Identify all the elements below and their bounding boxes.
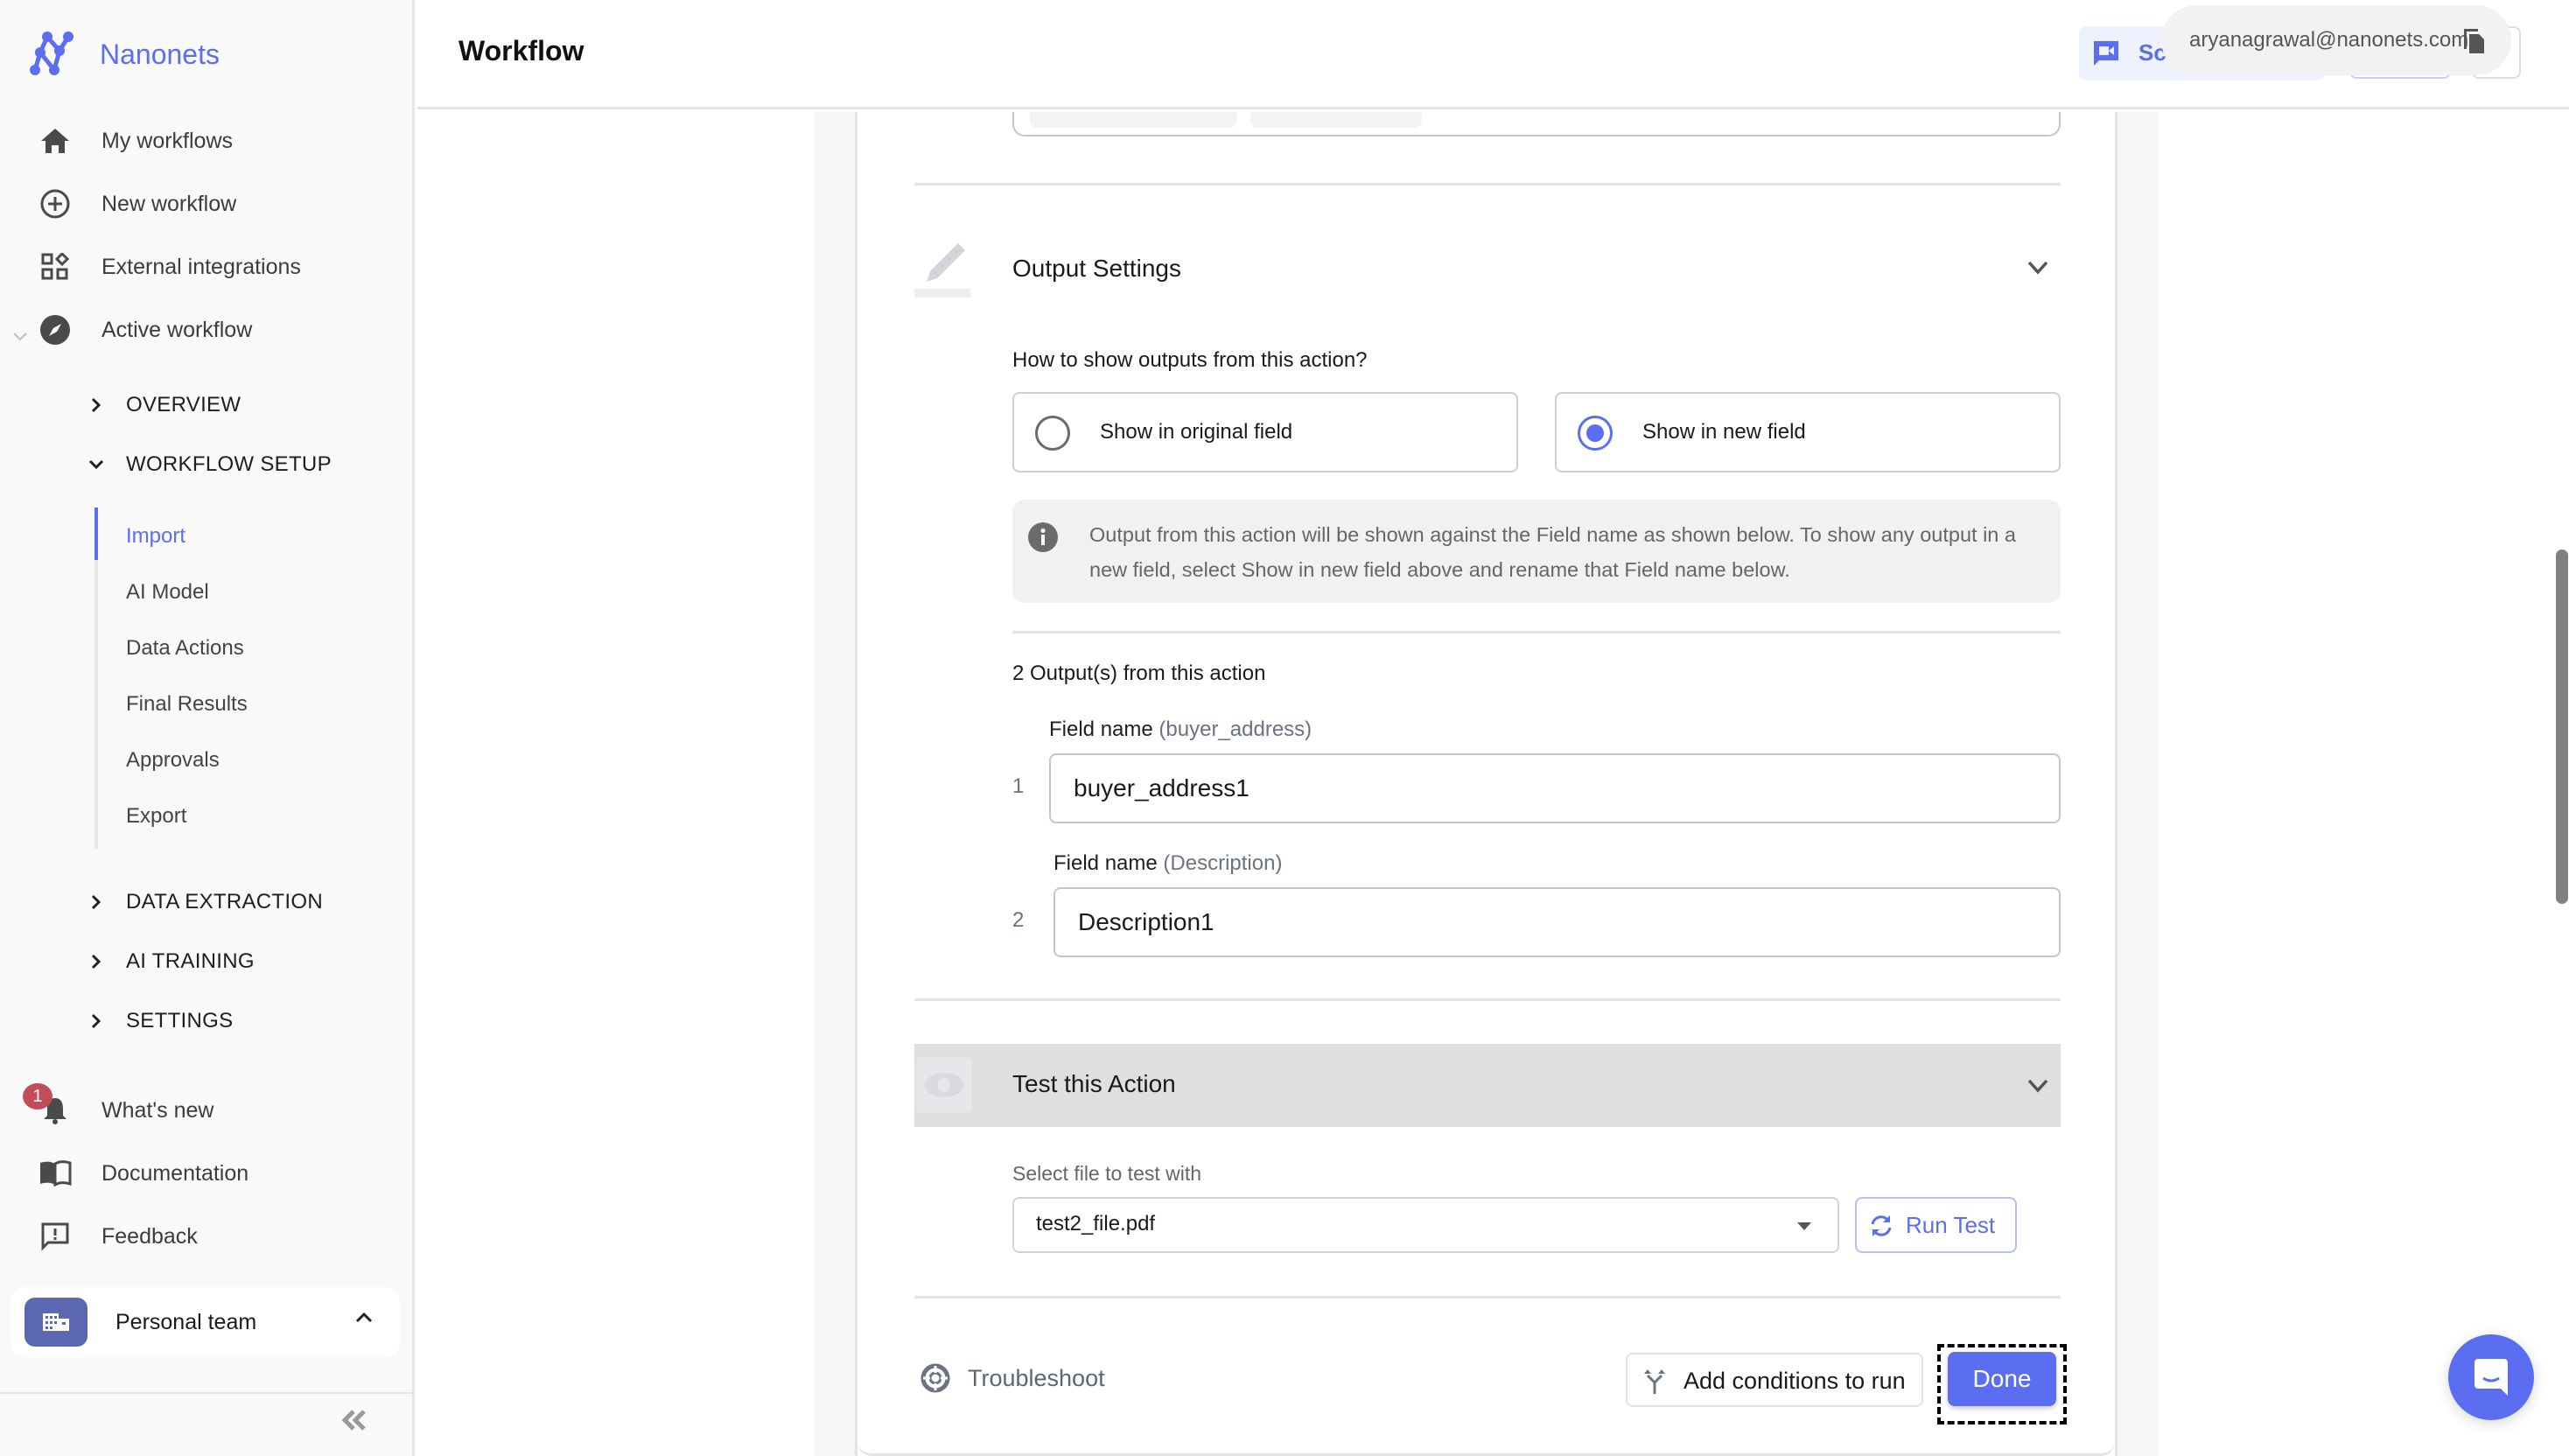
chat-icon (2474, 1359, 2508, 1396)
info-text: Output from this action will be shown ag… (1089, 523, 2016, 581)
sidebar-subitem-export[interactable]: Export (126, 799, 186, 834)
sidebar-item-new-workflow[interactable]: New workflow (0, 178, 411, 230)
chip (1030, 112, 1236, 128)
chevron-down-icon (88, 459, 104, 470)
sidebar-item-my-workflows[interactable]: My workflows (0, 115, 411, 167)
test-action-title: Test this Action (1012, 1070, 1176, 1097)
pencil-icon (914, 243, 970, 298)
eye-icon (916, 1057, 972, 1113)
field-label: Field name (buyer_address) (1049, 718, 1312, 741)
sidebar-section-workflow-setup[interactable]: WORKFLOW SETUP (0, 440, 411, 489)
submenu-active-indicator (94, 508, 98, 560)
field-name-input[interactable] (1054, 887, 2061, 957)
brand-name: Nanonets (100, 38, 220, 70)
chevron-down-icon[interactable] (2026, 1077, 2050, 1095)
copy-icon[interactable] (2462, 26, 2485, 54)
sidebar-subitem-ai-model[interactable]: AI Model (126, 575, 209, 610)
radio-selected[interactable] (1578, 416, 1613, 451)
option-show-in-original-field[interactable]: Show in original field (1012, 392, 1518, 472)
chevron-right-icon (91, 894, 102, 910)
divider (914, 1296, 2061, 1298)
card-bottom-edge (858, 1424, 2115, 1456)
dropdown-caret-icon (1797, 1222, 1811, 1230)
page-title: Workflow (458, 35, 584, 66)
sidebar-item-feedback[interactable]: Feedback (0, 1210, 411, 1263)
troubleshoot-link[interactable]: Troubleshoot (920, 1363, 1105, 1393)
chevron-down-icon[interactable] (2026, 259, 2050, 276)
row-number: 1 (1012, 774, 1025, 798)
radio-unselected[interactable] (1035, 416, 1070, 451)
widgets-icon (38, 250, 72, 284)
fork-icon (1644, 1369, 1665, 1394)
feedback-icon (38, 1220, 72, 1253)
divider (0, 1392, 415, 1394)
sidebar-item-documentation[interactable]: Documentation (0, 1147, 411, 1200)
chevron-right-icon (91, 1013, 102, 1029)
info-icon (1028, 522, 1058, 552)
sidebar-section-data-extraction[interactable]: DATA EXTRACTION (0, 878, 411, 927)
video-chat-icon (2094, 41, 2118, 66)
outputs-count: 2 Output(s) from this action (1012, 662, 1266, 685)
scrollbar-thumb[interactable] (2556, 550, 2568, 904)
refresh-icon (1871, 1215, 1892, 1236)
chip (1250, 112, 1422, 128)
chevron-down-icon (12, 323, 28, 348)
sidebar-item-whats-new[interactable]: What's new (0, 1084, 411, 1137)
team-name: Personal team (116, 1309, 257, 1334)
sidebar-section-ai-training[interactable]: AI TRAINING (0, 937, 411, 986)
divider (914, 998, 2061, 1001)
add-circle-icon (38, 187, 72, 220)
compass-icon (38, 313, 72, 346)
book-icon (38, 1157, 72, 1190)
chat-launcher-button[interactable] (2448, 1334, 2534, 1420)
sidebar-section-overview[interactable]: OVERVIEW (0, 381, 411, 430)
output-settings-title: Output Settings (1012, 255, 1182, 282)
row-number: 2 (1012, 908, 1025, 932)
sidebar-subitem-import[interactable]: Import (126, 519, 186, 554)
field-label: Field name (Description) (1054, 851, 1283, 875)
test-action-header[interactable]: Test this Action (914, 1044, 2061, 1127)
collapse-sidebar-icon[interactable] (341, 1409, 368, 1432)
done-button[interactable]: Done (1948, 1352, 2056, 1406)
option-show-in-new-field[interactable]: Show in new field (1555, 392, 2061, 472)
chevron-right-icon (91, 954, 102, 970)
chevron-up-icon (355, 1312, 373, 1323)
card-gutter-left (814, 112, 858, 1456)
select-file-label: Select file to test with (1012, 1162, 1202, 1185)
notification-badge: 1 (23, 1083, 52, 1110)
sidebar: Nanonets My workflows New workflow Exter… (0, 0, 415, 1456)
info-box: Output from this action will be shown ag… (1012, 500, 2061, 603)
chevron-right-icon (91, 397, 102, 413)
sidebar-section-settings[interactable]: SETTINGS (0, 997, 411, 1046)
sidebar-subitem-approvals[interactable]: Approvals (126, 743, 220, 778)
main-content: Output Settings How to show outputs from… (417, 112, 2569, 1456)
brand-logo[interactable]: Nanonets (30, 32, 220, 77)
test-file-select[interactable]: test2_file.pdf (1012, 1197, 1839, 1253)
add-conditions-button[interactable]: Add conditions to run (1626, 1353, 1923, 1407)
email-tooltip: aryanagrawal@nanonets.com (2161, 5, 2511, 75)
sidebar-item-external-integrations[interactable]: External integrations (0, 241, 411, 293)
user-email: aryanagrawal@nanonets.com (2189, 28, 2469, 52)
nanonets-logo-icon (30, 32, 74, 75)
sidebar-subitem-data-actions[interactable]: Data Actions (126, 631, 244, 666)
output-question: How to show outputs from this action? (1012, 348, 1368, 372)
divider (1012, 631, 2061, 634)
run-test-button[interactable]: Run Test (1855, 1197, 2017, 1253)
lifebuoy-icon (920, 1363, 950, 1393)
field-name-input[interactable] (1049, 753, 2061, 823)
sidebar-item-active-workflow[interactable]: Active workflow (0, 304, 411, 356)
team-switcher[interactable]: Personal team (10, 1287, 400, 1357)
card-gutter-right (2115, 112, 2159, 1456)
divider (914, 183, 2061, 186)
sidebar-subitem-final-results[interactable]: Final Results (126, 687, 248, 722)
building-icon (24, 1298, 88, 1347)
home-icon (38, 124, 72, 158)
